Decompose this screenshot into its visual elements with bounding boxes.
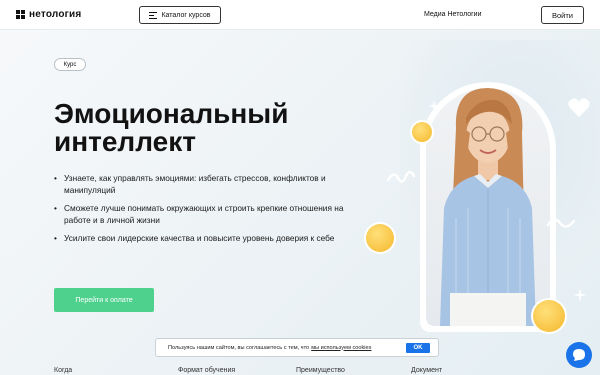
cookie-text: Пользуясь нашим сайтом, вы соглашаетесь … bbox=[168, 344, 310, 351]
squiggle-decoration bbox=[546, 218, 576, 228]
sparkle-icon bbox=[428, 100, 440, 112]
section-nav-item[interactable]: Формат обучения bbox=[178, 367, 235, 374]
logo-mark-icon bbox=[16, 10, 25, 19]
section-nav-item[interactable]: Документ bbox=[411, 367, 442, 374]
page-title: Эмоциональный интеллект bbox=[54, 100, 374, 156]
benefit-item: Сможете лучше понимать окружающих и стро… bbox=[54, 202, 354, 226]
login-button[interactable]: Войти bbox=[541, 6, 584, 24]
person-illustration bbox=[440, 88, 536, 326]
emoji-heart-eyes-icon bbox=[531, 298, 567, 334]
sparkle-icon bbox=[573, 288, 587, 302]
emoji-laughing-icon bbox=[410, 120, 434, 144]
menu-list-icon bbox=[149, 11, 158, 19]
section-nav-item[interactable]: Преимущество bbox=[296, 367, 345, 374]
person-photo bbox=[426, 88, 550, 326]
chat-button[interactable] bbox=[566, 342, 592, 368]
course-badge: Курс bbox=[54, 58, 86, 71]
cookie-banner: Пользуясь нашим сайтом, вы соглашаетесь … bbox=[155, 338, 439, 357]
squiggle-decoration bbox=[386, 170, 416, 183]
catalog-button[interactable]: Каталог курсов bbox=[139, 6, 221, 24]
catalog-button-label: Каталог курсов bbox=[161, 11, 211, 19]
benefits-list: Узнаете, как управлять эмоциями: избегат… bbox=[54, 172, 354, 250]
emoji-grinning-icon bbox=[364, 222, 396, 254]
section-nav-item[interactable]: Когда bbox=[54, 367, 72, 374]
site-header: нетология Каталог курсов Медиа Нетологии… bbox=[0, 0, 600, 30]
cookie-ok-button[interactable]: OK bbox=[406, 343, 430, 353]
benefit-item: Усилите свои лидерские качества и повыси… bbox=[54, 232, 354, 244]
title-line-2: интеллект bbox=[54, 126, 196, 157]
chat-icon bbox=[573, 349, 585, 361]
title-line-1: Эмоциональный bbox=[54, 98, 289, 129]
media-link[interactable]: Медиа Нетологии bbox=[424, 11, 482, 18]
pay-button[interactable]: Перейти к оплате bbox=[54, 288, 154, 312]
section-nav: Когда Формат обучения Преимущество Докум… bbox=[0, 367, 600, 375]
heart-icon bbox=[568, 98, 590, 117]
benefit-item: Узнаете, как управлять эмоциями: избегат… bbox=[54, 172, 354, 196]
cookie-link[interactable]: мы используем cookies bbox=[311, 345, 371, 351]
logo[interactable]: нетология bbox=[16, 9, 81, 20]
hero-illustration bbox=[360, 40, 600, 340]
logo-text: нетология bbox=[29, 9, 82, 20]
